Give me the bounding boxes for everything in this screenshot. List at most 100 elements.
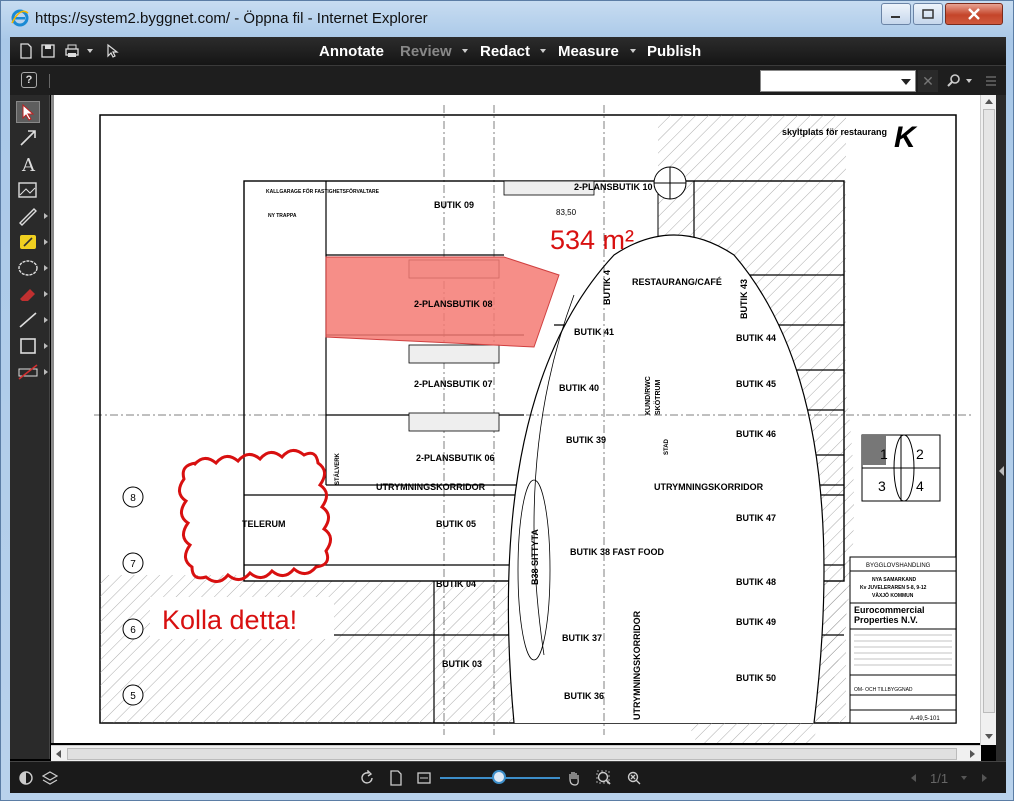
- pen-tool-caret[interactable]: [44, 213, 48, 219]
- scroll-right-icon[interactable]: [969, 749, 977, 759]
- page-indicator[interactable]: 1/1: [930, 771, 948, 786]
- menu-review[interactable]: Review: [400, 43, 452, 60]
- cloud-tool-caret[interactable]: [44, 265, 48, 271]
- label-kund-rwc: KUND/RWC: [645, 376, 652, 415]
- contrast-icon[interactable]: [18, 770, 34, 786]
- image-stamp-icon[interactable]: [16, 179, 40, 201]
- fit-width-icon[interactable]: [416, 770, 432, 786]
- label-butik-46: BUTIK 46: [736, 429, 776, 439]
- help-button[interactable]: ?: [21, 72, 37, 88]
- document-viewport[interactable]: BUTIK 09 2-PLANSBUTIK 10 2-PLANSBUTIK 08…: [51, 95, 995, 743]
- line-tool-icon[interactable]: [16, 309, 40, 331]
- rectangle-tool-caret[interactable]: [44, 343, 48, 349]
- prev-page-icon[interactable]: [906, 770, 922, 786]
- area-measurement-label[interactable]: 534 m²: [550, 225, 634, 255]
- search-input[interactable]: [761, 71, 891, 91]
- keyplan-1: 1: [880, 446, 888, 462]
- close-button[interactable]: [945, 3, 1003, 25]
- save-icon[interactable]: [40, 43, 56, 59]
- annotation-toolbar: A: [10, 95, 50, 759]
- panel-expand-icon[interactable]: [997, 465, 1005, 477]
- new-file-icon[interactable]: [18, 43, 34, 59]
- key-plan: 1 2 3 4: [861, 434, 941, 502]
- label-butik-44: BUTIK 44: [736, 333, 776, 343]
- label-telerum: TELERUM: [242, 519, 286, 529]
- pen-tool-icon[interactable]: [16, 205, 40, 227]
- highlighter-icon[interactable]: [16, 231, 40, 253]
- label-butik-09: BUTIK 09: [434, 200, 474, 210]
- select-cursor-icon[interactable]: [104, 43, 120, 59]
- bottom-toolbar: 1/1: [10, 761, 1006, 793]
- axis-label-7: 7: [130, 559, 136, 570]
- svg-text:A: A: [21, 155, 36, 175]
- side-panel-toggle[interactable]: [996, 95, 1006, 761]
- text-tool-icon[interactable]: A: [16, 153, 40, 175]
- vertical-scrollbar[interactable]: [980, 95, 996, 745]
- internet-explorer-icon: [11, 9, 29, 27]
- redact-caret: [540, 49, 546, 53]
- menu-redact[interactable]: Redact: [480, 43, 530, 60]
- vertical-scroll-thumb[interactable]: [983, 109, 995, 713]
- search-icon[interactable]: [946, 73, 962, 89]
- main-menubar: Annotate Review Redact Measure Publish: [10, 37, 1006, 65]
- measure-tool-caret[interactable]: [44, 369, 48, 375]
- menu-annotate[interactable]: Annotate: [319, 43, 384, 60]
- titleblock-block: Kv JUVELERAREN 5-8, 9-12: [860, 585, 927, 591]
- label-butik-04: BUTIK 04: [436, 579, 476, 589]
- label-butik-05: BUTIK 05: [436, 519, 476, 529]
- rotate-icon[interactable]: [360, 770, 376, 786]
- viewer-content: Annotate Review Redact Measure Publish ?…: [10, 37, 1006, 793]
- pointer-icon: [22, 103, 35, 121]
- search-field[interactable]: [760, 70, 916, 92]
- search-dropdown-icon[interactable]: [901, 79, 911, 85]
- menu-measure[interactable]: Measure: [558, 43, 619, 60]
- line-tool-caret[interactable]: [44, 317, 48, 323]
- print-icon[interactable]: [64, 43, 80, 59]
- label-plansbutik-06: 2-PLANSBUTIK 06: [416, 453, 495, 463]
- rectangle-tool-icon[interactable]: [16, 335, 40, 357]
- cloud-shape-icon[interactable]: [16, 257, 40, 279]
- keyplan-4: 4: [916, 478, 924, 494]
- search-clear-button[interactable]: ✕: [918, 70, 938, 92]
- scroll-down-icon[interactable]: [984, 733, 994, 741]
- list-icon[interactable]: [984, 74, 998, 88]
- label-butik-03: BUTIK 03: [442, 659, 482, 669]
- next-page-icon[interactable]: [976, 770, 992, 786]
- highlighter-caret[interactable]: [44, 239, 48, 245]
- zoom-marquee-icon[interactable]: [596, 770, 612, 786]
- horizontal-scroll-thumb[interactable]: [67, 748, 957, 760]
- axis-label-8: 8: [130, 493, 136, 504]
- label-butik-49: BUTIK 49: [736, 617, 776, 627]
- minimize-button[interactable]: [881, 3, 911, 25]
- eraser-caret[interactable]: [44, 291, 48, 297]
- label-korridor-1: UTRYMNINGSKORRIDOR: [376, 482, 486, 492]
- select-tool-button[interactable]: [16, 101, 40, 123]
- measure-caret: [630, 49, 636, 53]
- review-caret: [462, 49, 468, 53]
- scroll-up-icon[interactable]: [984, 97, 994, 105]
- pan-hand-icon[interactable]: [566, 770, 582, 786]
- minimize-icon: [891, 16, 900, 18]
- label-butik-50: BUTIK 50: [736, 673, 776, 683]
- measure-tool-icon[interactable]: [16, 361, 40, 383]
- search-options-caret[interactable]: [966, 79, 972, 83]
- single-page-icon[interactable]: [388, 770, 404, 786]
- label-restaurang: RESTAURANG/CAFÉ: [632, 277, 722, 287]
- arrow-tool-icon[interactable]: [16, 127, 40, 149]
- maximize-button[interactable]: [913, 3, 943, 25]
- zoom-slider-thumb[interactable]: [492, 770, 506, 784]
- label-elevation: 83,50: [556, 208, 577, 217]
- drawing-page[interactable]: BUTIK 09 2-PLANSBUTIK 10 2-PLANSBUTIK 08…: [54, 95, 980, 743]
- horizontal-scrollbar[interactable]: [51, 745, 981, 761]
- scroll-left-icon[interactable]: [54, 749, 62, 759]
- note-text[interactable]: Kolla detta!: [162, 605, 297, 635]
- eraser-icon[interactable]: [16, 283, 40, 305]
- zoom-fit-icon[interactable]: [626, 770, 642, 786]
- layers-icon[interactable]: [42, 770, 58, 786]
- page-dropdown-icon[interactable]: [956, 770, 972, 786]
- label-butik-45: BUTIK 45: [736, 379, 776, 389]
- label-plansbutik-07: 2-PLANSBUTIK 07: [414, 379, 493, 389]
- menu-publish[interactable]: Publish: [647, 43, 701, 60]
- print-dropdown-caret[interactable]: [87, 49, 93, 53]
- secondary-toolbar: ? ✕: [10, 65, 1006, 95]
